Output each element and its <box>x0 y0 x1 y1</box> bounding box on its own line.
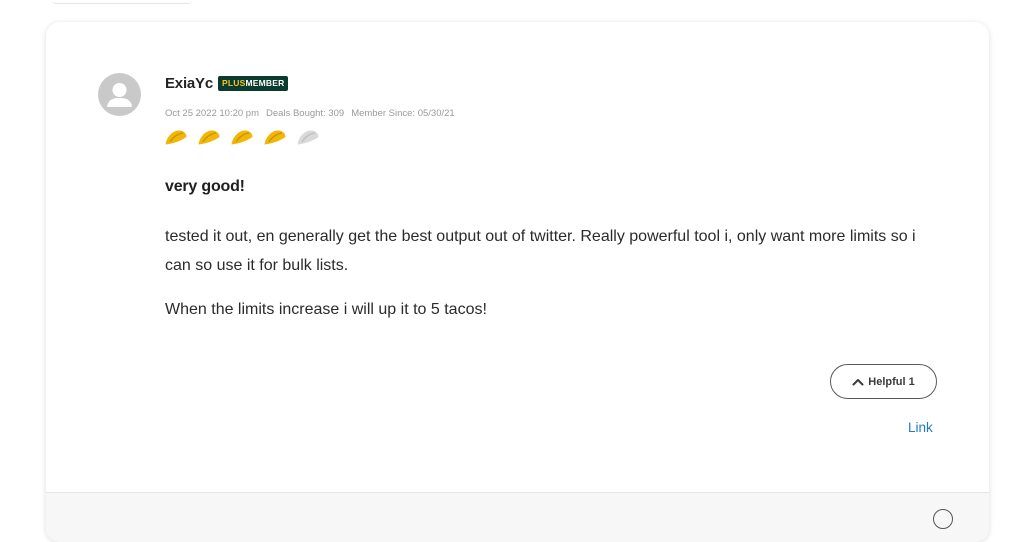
avatar[interactable] <box>98 73 141 116</box>
reviewer-header: ExiaYc PLUS MEMBER <box>165 75 289 92</box>
helpful-label: Helpful 1 <box>868 375 915 388</box>
plus-member-badge: PLUS MEMBER <box>218 76 289 91</box>
badge-plus-text: PLUS <box>222 78 246 88</box>
badge-member-text: MEMBER <box>245 78 285 88</box>
taco-icon <box>197 128 221 146</box>
review-paragraph: When the limits increase i will up it to… <box>165 301 487 318</box>
footer-circle-icon[interactable] <box>933 509 953 529</box>
taco-icon <box>296 128 320 146</box>
chevron-up-icon <box>852 378 864 385</box>
helpful-button[interactable]: Helpful 1 <box>830 364 937 399</box>
review-title: very good! <box>165 178 245 195</box>
review-card: ExiaYc PLUS MEMBER Oct 25 2022 10:20 pm D… <box>46 22 989 542</box>
taco-icon <box>230 128 254 146</box>
deals-bought: Deals Bought: 309 <box>266 108 345 119</box>
review-paragraph: tested it out, en generally get the best… <box>165 228 916 274</box>
reviewer-name[interactable]: ExiaYc <box>165 75 213 92</box>
review-body: tested it out, en generally get the best… <box>165 222 945 339</box>
reviewer-meta: Oct 25 2022 10:20 pm Deals Bought: 309 M… <box>165 108 455 119</box>
card-footer <box>46 492 989 542</box>
previous-card-edge <box>52 0 192 4</box>
member-since: Member Since: 05/30/21 <box>351 108 455 119</box>
review-date: Oct 25 2022 10:20 pm <box>165 108 260 119</box>
taco-rating <box>164 128 320 146</box>
taco-icon <box>164 128 188 146</box>
taco-icon <box>263 128 287 146</box>
user-silhouette-icon <box>107 83 132 107</box>
review-permalink[interactable]: Link <box>908 420 933 435</box>
